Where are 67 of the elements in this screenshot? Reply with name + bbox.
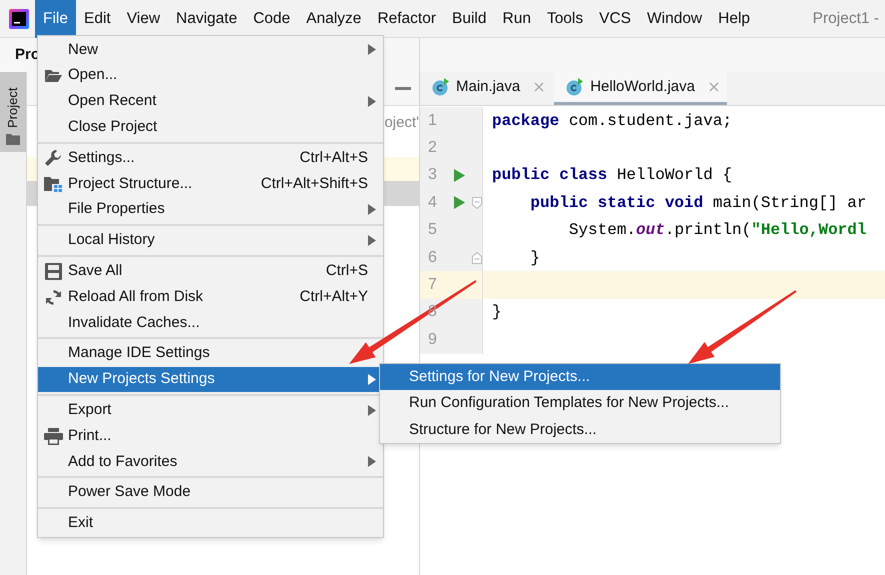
submenu-entry[interactable]: Run Configuration Templates for New Projects... (380, 390, 780, 417)
code-line: public class HelloWorld { (492, 165, 732, 186)
editor-tab[interactable]: Main.java (420, 72, 552, 105)
line-number: 7 (428, 275, 438, 296)
menu-entry[interactable]: Reload All from Disk Ctrl+Alt+Y (38, 284, 383, 310)
project-tool-tab[interactable]: Project (0, 72, 26, 152)
java-class-icon (566, 78, 584, 96)
folder-icon (44, 68, 62, 83)
app-logo-icon (9, 8, 29, 28)
menu-item[interactable]: Tools (538, 0, 592, 38)
window-title: Project1 - (812, 8, 879, 29)
close-icon[interactable] (534, 82, 544, 92)
menu-entry[interactable]: Power Save Mode (38, 480, 383, 506)
line-number: 5 (428, 220, 438, 240)
code-line: } (492, 302, 502, 324)
java-class-icon (432, 78, 450, 96)
code-line: package com.student.java; (492, 110, 732, 132)
code-line: } (529, 248, 540, 269)
line-number: 9 (428, 330, 438, 350)
menu-entry[interactable]: Export (38, 397, 383, 424)
fold-marker-icon[interactable] (472, 252, 482, 264)
menu-entry[interactable]: New (38, 37, 383, 63)
menu-entry[interactable]: Local History (38, 228, 383, 254)
menu-entry[interactable]: Save All Ctrl+S (38, 258, 383, 284)
wrench-icon (44, 149, 62, 168)
editor-tab[interactable]: HelloWorld.java (554, 72, 727, 105)
printer-icon (44, 428, 62, 445)
run-icon[interactable] (454, 168, 464, 182)
menu-item[interactable]: Navigate (168, 0, 246, 38)
code-line: System.out.println("Hello,Wordl (568, 220, 866, 242)
reload-icon (44, 288, 62, 306)
menu-entry[interactable]: Project Structure... Ctrl+Alt+Shift+S (38, 170, 383, 197)
tree-item-text: oject' (384, 112, 419, 133)
menu-item[interactable]: Analyze (298, 0, 370, 38)
menu-item[interactable]: Window (639, 0, 710, 38)
menu-entry[interactable]: Invalidate Caches... (38, 310, 383, 336)
menu-item[interactable]: Help (710, 0, 758, 38)
code-line: public static void main(String[] ar (529, 192, 866, 214)
menu-item[interactable]: Refactor (369, 0, 444, 38)
menu-item[interactable]: Code (245, 0, 298, 38)
line-number: 1 (428, 110, 438, 131)
menu-item[interactable]: Edit (76, 0, 119, 38)
menu-entry[interactable]: Manage IDE Settings (38, 340, 383, 367)
submenu-entry[interactable]: Structure for New Projects... (380, 416, 780, 444)
project-structure-icon (43, 176, 63, 192)
close-icon[interactable] (708, 82, 719, 92)
folder-icon (6, 134, 20, 144)
menu-item[interactable]: VCS (591, 0, 639, 38)
line-number: 2 (428, 138, 438, 158)
menu-entry[interactable]: File Properties (38, 196, 383, 223)
menu-entry[interactable]: Exit (38, 510, 383, 536)
menu-entry[interactable]: Settings... Ctrl+Alt+S (38, 145, 383, 171)
menu-item[interactable]: Run (494, 0, 539, 38)
menu-entry[interactable]: Open... (38, 62, 383, 89)
line-number: 4 (428, 192, 438, 213)
line-number: 3 (428, 165, 438, 186)
menu-entry[interactable]: Close Project (38, 114, 383, 140)
line-number: 6 (428, 248, 438, 268)
menu-item[interactable]: File (35, 0, 76, 38)
menu-item[interactable]: Build (444, 0, 494, 38)
menu-entry[interactable]: Open Recent (38, 88, 383, 114)
submenu-entry[interactable]: Settings for New Projects... (380, 364, 780, 390)
run-icon[interactable] (454, 196, 464, 210)
menu-entry[interactable]: Add to Favorites (38, 448, 383, 475)
fold-marker-icon[interactable] (472, 196, 482, 209)
menu-entry[interactable]: Print... (38, 423, 383, 449)
menu-item[interactable]: View (118, 0, 168, 38)
